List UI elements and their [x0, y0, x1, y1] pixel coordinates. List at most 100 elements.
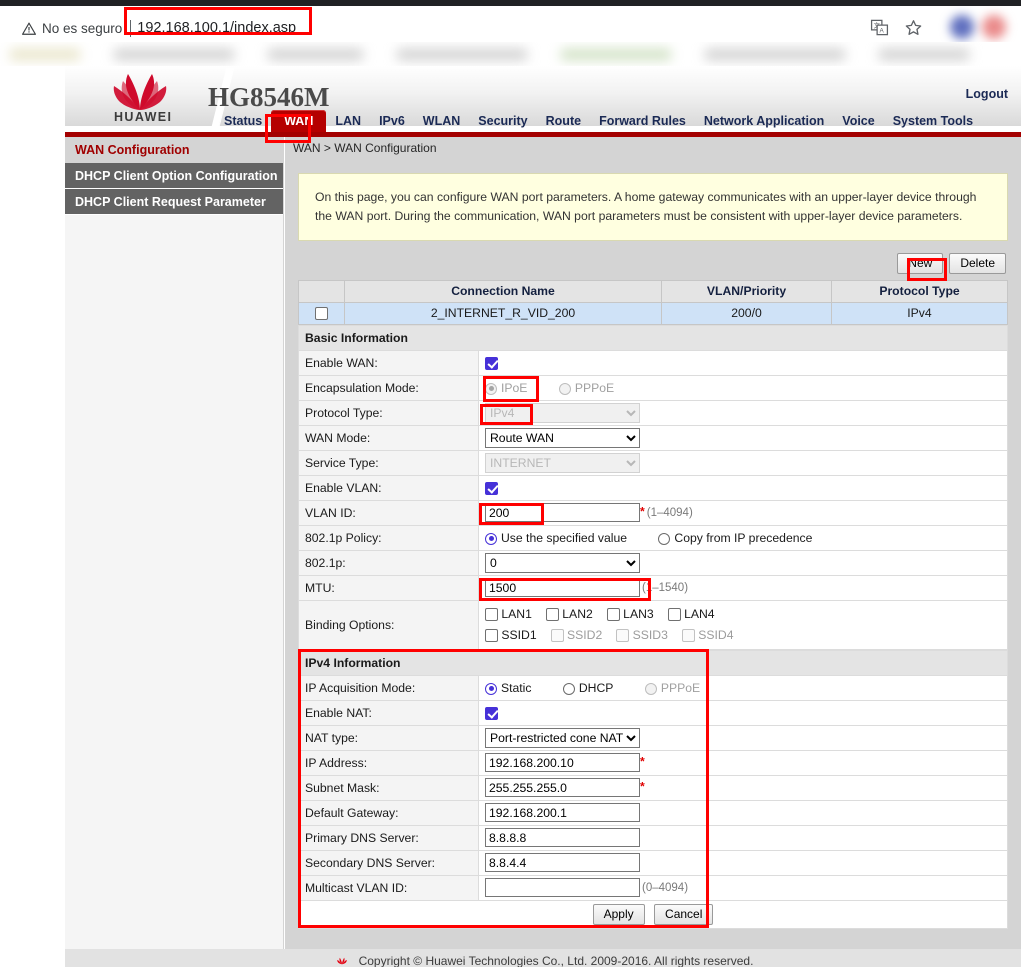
checkbox-ssid3[interactable]: SSID3	[616, 628, 668, 642]
nat-type-select[interactable]: Port-restricted cone NAT	[485, 728, 640, 748]
bookmark-items-blurred[interactable]	[10, 44, 1010, 64]
value-ip-acquisition-mode: Static DHCP PPPoE	[479, 675, 1008, 700]
radio-pppoe-dot[interactable]	[559, 383, 571, 395]
nav-item-forward-rules[interactable]: Forward Rules	[590, 111, 695, 133]
secondary-dns-input[interactable]	[485, 853, 640, 872]
lan2-checkbox[interactable]	[546, 608, 559, 621]
radio-ipoe[interactable]: IPoE	[485, 381, 541, 395]
subnet-mask-input[interactable]	[485, 778, 640, 797]
table-row[interactable]: 2_INTERNET_R_VID_200 200/0 IPv4	[299, 302, 1008, 324]
default-gateway-input[interactable]	[485, 803, 640, 822]
radio-ipoe-label: IPoE	[501, 381, 527, 395]
table-toolbar: New Delete	[298, 253, 1008, 274]
radio-ipv4-pppoe-dot[interactable]	[645, 683, 657, 695]
new-button[interactable]: New	[897, 253, 943, 274]
lan1-checkbox[interactable]	[485, 608, 498, 621]
radio-copy-from-ip-precedence-dot[interactable]	[658, 533, 670, 545]
dot1p-select[interactable]: 0	[485, 553, 640, 573]
nav-item-ipv6[interactable]: IPv6	[370, 111, 414, 133]
sidebar-item-dhcp-client-request-parameter[interactable]: DHCP Client Request Parameter	[65, 189, 283, 215]
value-wan-mode: Route WAN	[479, 425, 1008, 450]
nav-item-wlan[interactable]: WLAN	[414, 111, 470, 133]
apply-button[interactable]: Apply	[593, 904, 645, 925]
ssid4-label: SSID4	[698, 628, 733, 642]
vlan-id-input[interactable]	[485, 503, 640, 522]
ssid4-checkbox[interactable]	[682, 629, 695, 642]
radio-static-dot[interactable]	[485, 683, 497, 695]
enable-vlan-checkbox[interactable]	[485, 482, 498, 495]
checkbox-lan2[interactable]: LAN2	[546, 607, 593, 621]
mtu-input[interactable]	[485, 578, 640, 597]
radio-copy-from-ip-precedence[interactable]: Copy from IP precedence	[658, 531, 826, 545]
wan-mode-select[interactable]: Route WAN	[485, 428, 640, 448]
checkbox-ssid1[interactable]: SSID1	[485, 628, 537, 642]
radio-dhcp-dot[interactable]	[563, 683, 575, 695]
nav-item-system-tools[interactable]: System Tools	[884, 111, 982, 133]
page-description-notice: On this page, you can configure WAN port…	[298, 173, 1008, 241]
address-bar[interactable]: No es seguro 192.168.100.1/index.asp	[10, 13, 872, 43]
nav-item-voice[interactable]: Voice	[833, 111, 883, 133]
security-indicator[interactable]: No es seguro	[22, 21, 122, 36]
star-icon[interactable]	[904, 18, 923, 37]
row-service-type: Service Type: INTERNET	[299, 450, 1008, 475]
radio-dhcp[interactable]: DHCP	[563, 681, 628, 695]
lan1-label: LAN1	[501, 607, 532, 621]
translate-icon[interactable]: 文 A	[870, 18, 888, 36]
value-enable-wan	[479, 350, 1008, 375]
radio-static[interactable]: Static	[485, 681, 545, 695]
sidebar-item-dhcp-client-option-configuration[interactable]: DHCP Client Option Configuration	[65, 163, 283, 189]
subnet-mask-required-mark: *	[640, 780, 645, 794]
content-panel: WAN > WAN Configuration On this page, yo…	[285, 137, 1021, 949]
delete-button[interactable]: Delete	[949, 253, 1006, 274]
warning-triangle-icon	[22, 22, 36, 36]
nav-item-lan[interactable]: LAN	[326, 111, 370, 133]
label-subnet-mask: Subnet Mask:	[299, 775, 479, 800]
lan4-checkbox[interactable]	[668, 608, 681, 621]
lan3-checkbox[interactable]	[607, 608, 620, 621]
value-subnet-mask: *	[479, 775, 1008, 800]
sidebar-item-wan-configuration[interactable]: WAN Configuration	[65, 137, 283, 163]
checkbox-lan1[interactable]: LAN1	[485, 607, 532, 621]
row-enable-nat: Enable NAT:	[299, 700, 1008, 725]
nav-item-status[interactable]: Status	[215, 111, 271, 133]
row-dot1p-policy: 802.1p Policy: Use the specified value C…	[299, 525, 1008, 550]
multicast-vlan-id-input[interactable]	[485, 878, 640, 897]
protocol-type-select[interactable]: IPv4	[485, 403, 640, 423]
basic-section-title: Basic Information	[299, 325, 1008, 350]
value-mtu: (1–1540)	[479, 575, 1008, 600]
cancel-button[interactable]: Cancel	[654, 904, 713, 925]
ip-address-input[interactable]	[485, 753, 640, 772]
service-type-select[interactable]: INTERNET	[485, 453, 640, 473]
ssid2-checkbox[interactable]	[551, 629, 564, 642]
bookmarks-bar[interactable]	[0, 42, 1021, 66]
checkbox-ssid4[interactable]: SSID4	[682, 628, 734, 642]
radio-ipv4-pppoe[interactable]: PPPoE	[645, 681, 714, 695]
primary-dns-input[interactable]	[485, 828, 640, 847]
radio-use-specified-value-dot[interactable]	[485, 533, 497, 545]
checkbox-lan4[interactable]: LAN4	[668, 607, 715, 621]
url-text[interactable]: 192.168.100.1/index.asp	[137, 20, 296, 36]
radio-use-specified-value[interactable]: Use the specified value	[485, 531, 641, 545]
nav-item-network-application[interactable]: Network Application	[695, 111, 833, 133]
enable-nat-checkbox[interactable]	[485, 707, 498, 720]
nav-item-wan[interactable]: WAN	[271, 110, 326, 133]
radio-pppoe[interactable]: PPPoE	[559, 381, 628, 395]
row-select-cell[interactable]	[299, 302, 345, 324]
checkbox-lan3[interactable]: LAN3	[607, 607, 654, 621]
value-multicast-vlan-id: (0–4094)	[479, 875, 1008, 900]
label-service-type: Service Type:	[299, 450, 479, 475]
ssid1-checkbox[interactable]	[485, 629, 498, 642]
enable-wan-checkbox[interactable]	[485, 357, 498, 370]
value-dot1p: 0	[479, 550, 1008, 575]
row-select-checkbox[interactable]	[315, 307, 328, 320]
checkbox-ssid2[interactable]: SSID2	[551, 628, 603, 642]
radio-ipoe-dot[interactable]	[485, 383, 497, 395]
nav-item-route[interactable]: Route	[537, 111, 590, 133]
ssid3-checkbox[interactable]	[616, 629, 629, 642]
profile-avatars[interactable]	[950, 14, 1012, 40]
wan-connection-table: Connection Name VLAN/Priority Protocol T…	[298, 280, 1008, 325]
logout-link[interactable]: Logout	[966, 87, 1008, 101]
label-wan-mode: WAN Mode:	[299, 425, 479, 450]
nav-item-security[interactable]: Security	[469, 111, 536, 133]
col-connection-name: Connection Name	[345, 280, 662, 302]
